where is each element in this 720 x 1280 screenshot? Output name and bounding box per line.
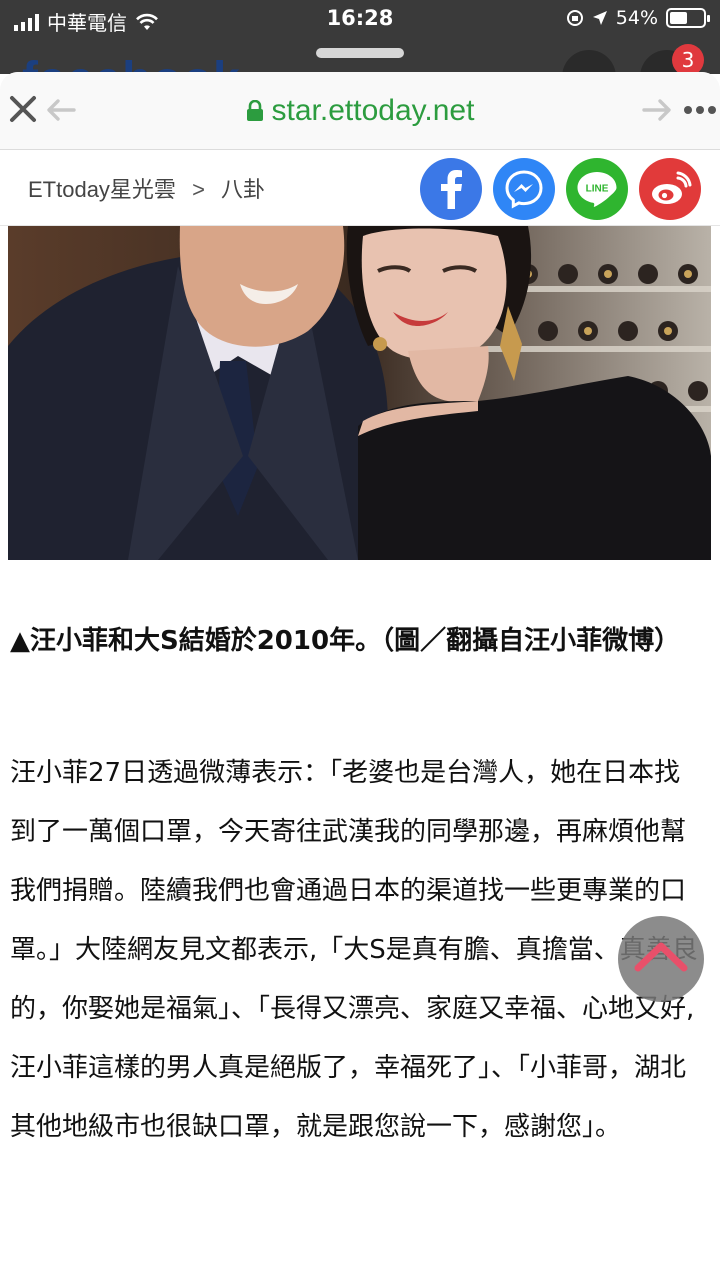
background-search-icon <box>562 50 616 74</box>
facebook-share-button[interactable] <box>420 158 482 220</box>
sheet-grabber[interactable] <box>316 48 404 58</box>
address-field[interactable]: star.ettoday.net <box>0 94 720 128</box>
status-bar: 中華電信 16:28 54% <box>0 0 720 40</box>
breadcrumb-separator: > <box>192 177 205 202</box>
breadcrumb-section[interactable]: 八卦 <box>221 177 265 202</box>
battery-percent: 54% <box>615 7 658 29</box>
url-bar: star.ettoday.net <box>0 72 720 150</box>
article-body: 汪小菲27日透過微薄表示：「老婆也是台灣人，她在日本找到了一萬個口罩，今天寄往武… <box>10 758 698 1142</box>
chevron-up-icon <box>634 942 688 972</box>
weibo-icon <box>652 171 692 204</box>
line-icon: LINE <box>577 172 617 207</box>
scroll-to-top-button[interactable] <box>618 916 704 1002</box>
weibo-share-button[interactable] <box>639 158 701 220</box>
background-logo: facebook <box>22 52 241 74</box>
article-photo <box>8 226 711 560</box>
battery-level <box>670 12 687 24</box>
breadcrumb-bar: ETtoday星光雲 > 八卦 LINE <box>0 150 720 226</box>
browser-sheet: star.ettoday.net ETtoday星光雲 > 八卦 LINE ▲汪… <box>0 72 720 1280</box>
line-share-button[interactable]: LINE <box>566 158 628 220</box>
photo-caption: ▲汪小菲和大S結婚於2010年。（圖／翻攝自汪小菲微博） <box>10 626 681 656</box>
breadcrumb: ETtoday星光雲 > 八卦 <box>28 172 275 204</box>
url-text: star.ettoday.net <box>271 94 475 127</box>
messenger-icon <box>505 170 543 209</box>
svg-text:LINE: LINE <box>586 184 609 195</box>
lock-icon <box>246 100 263 121</box>
forward-arrow-icon[interactable] <box>642 98 672 125</box>
status-right: 54% <box>566 7 710 29</box>
breadcrumb-home[interactable]: ETtoday星光雲 <box>28 177 176 202</box>
location-icon <box>592 11 607 25</box>
more-icon[interactable] <box>684 106 716 114</box>
orientation-lock-icon <box>566 10 583 26</box>
battery-icon <box>666 8 710 28</box>
facebook-icon <box>441 170 462 209</box>
messenger-share-button[interactable] <box>493 158 555 220</box>
